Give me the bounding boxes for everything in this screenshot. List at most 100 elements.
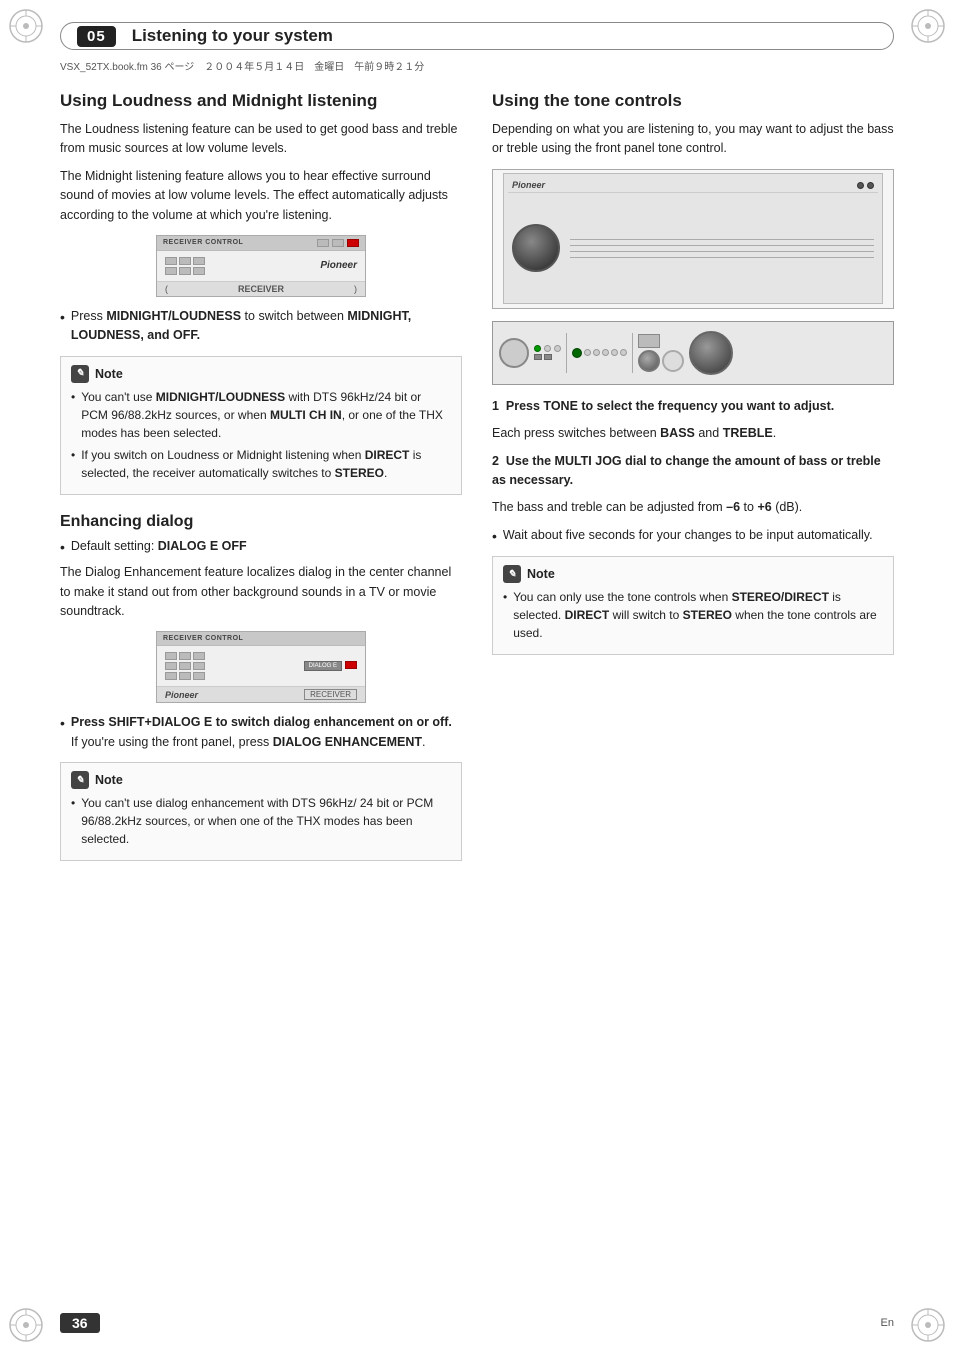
fp-square-1 xyxy=(638,334,660,348)
receiver-image-2: RECEIVER CONTROL xyxy=(156,631,366,703)
tone-panel-body xyxy=(508,197,878,299)
rb2 xyxy=(179,257,191,265)
tone-step1-num: 1 xyxy=(492,399,499,413)
fp-right-area xyxy=(638,334,684,372)
loudness-bullet-1-text: Press MIDNIGHT/LOUDNESS to switch betwee… xyxy=(71,307,462,346)
loudness-note-box: ✎ Note • You can't use MIDNIGHT/LOUDNESS… xyxy=(60,356,462,495)
tone-knob xyxy=(512,224,560,272)
tone-panel-image: Pioneer xyxy=(492,169,894,309)
tone-step1-body: Each press switches between BASS and TRE… xyxy=(492,424,894,443)
corner-decoration-br xyxy=(910,1307,946,1343)
corner-decoration-tl xyxy=(8,8,44,44)
loudness-note-text-1: You can't use MIDNIGHT/LOUDNESS with DTS… xyxy=(81,388,451,442)
tone-step2-body: The bass and treble can be adjusted from… xyxy=(492,498,894,517)
dialog-note-box: ✎ Note • You can't use dialog enhancemen… xyxy=(60,762,462,861)
receiver-left-area-2 xyxy=(165,652,205,680)
tone-note-header: ✎ Note xyxy=(503,565,883,583)
note-icon-1: ✎ xyxy=(71,365,89,383)
tone-pioneer-logo: Pioneer xyxy=(512,180,545,190)
tone-step2-sub: • Wait about five seconds for your chang… xyxy=(492,526,894,547)
tone-step1-header: 1 Press TONE to select the frequency you… xyxy=(492,397,894,416)
fp-led-off-3 xyxy=(584,349,591,356)
tone-dot-1 xyxy=(857,182,864,189)
dialog-note-text-1: You can't use dialog enhancement with DT… xyxy=(81,794,451,848)
page-number: 36 xyxy=(72,1315,88,1331)
receiver-control-label-1: RECEIVER CONTROL xyxy=(163,239,243,246)
pioneer-logo-2: Pioneer xyxy=(165,690,198,700)
fp-right-row1 xyxy=(638,334,684,348)
tone-note-bullet: • xyxy=(503,589,507,606)
receiver-top-strip-1: RECEIVER CONTROL xyxy=(157,236,365,251)
dialog-para1: The Dialog Enhancement feature localizes… xyxy=(60,563,462,621)
page-number-box: 36 xyxy=(60,1313,100,1333)
section-dialog-title: Enhancing dialog xyxy=(60,513,462,531)
tone-note-item-1: • You can only use the tone controls whe… xyxy=(503,588,883,642)
right-column: Using the tone controls Depending on wha… xyxy=(492,90,894,871)
fp-separator-1 xyxy=(566,333,567,373)
rb3 xyxy=(193,257,205,265)
rb2-2 xyxy=(179,652,191,660)
dialog-bullet-dot: • xyxy=(60,538,65,558)
fp-led-green xyxy=(534,345,541,352)
main-content: Using Loudness and Midnight listening Th… xyxy=(60,90,894,1291)
loudness-para1: The Loudness listening feature can be us… xyxy=(60,120,462,159)
fp-controls-row2 xyxy=(534,354,561,360)
fp-separator-2 xyxy=(632,333,633,373)
note-label-1: Note xyxy=(95,367,123,381)
rb5 xyxy=(179,267,191,275)
tone-sub-bullet: • xyxy=(492,527,497,547)
fp-right-knob xyxy=(689,331,733,375)
rb4 xyxy=(165,267,177,275)
rb6 xyxy=(193,267,205,275)
rcvr-btn-2 xyxy=(332,239,344,247)
header-bar: 05 Listening to your system xyxy=(60,22,894,50)
fp-btn-2 xyxy=(544,354,552,360)
receiver-bottom-strip-1: ( RECEIVER ) xyxy=(157,281,365,296)
dialog-bullet-1: • Press SHIFT+DIALOG E to switch dialog … xyxy=(60,713,462,752)
tone-step2-header: 2 Use the MULTI JOG dial to change the a… xyxy=(492,452,894,491)
rb1 xyxy=(165,257,177,265)
rb2-6 xyxy=(193,662,205,670)
rb2-9 xyxy=(193,672,205,680)
receiver-top-strip-2: RECEIVER CONTROL xyxy=(157,632,365,646)
tone-line-1 xyxy=(570,239,874,240)
bullet-dot-1: • xyxy=(60,308,65,328)
receiver-btn-grid-2 xyxy=(165,652,205,680)
corner-decoration-bl xyxy=(8,1307,44,1343)
tone-step-2: 2 Use the MULTI JOG dial to change the a… xyxy=(492,452,894,547)
dialog-btns-row: DIALOG E xyxy=(304,661,357,671)
receiver-main-area-1: Pioneer xyxy=(157,251,365,281)
tone-line-2 xyxy=(570,245,874,246)
dialog-default-text: Default setting: DIALOG E OFF xyxy=(71,537,247,556)
note-icon-2: ✎ xyxy=(71,771,89,789)
fp-left-knob xyxy=(499,338,529,368)
receiver-label-1: ( xyxy=(165,284,168,294)
rb2-5 xyxy=(179,662,191,670)
fp-btn-1 xyxy=(534,354,542,360)
section-tone: Using the tone controls Depending on wha… xyxy=(492,90,894,655)
fp-dark-led xyxy=(572,348,582,358)
tone-step2-sub-text: Wait about five seconds for your changes… xyxy=(503,526,873,545)
fp-led-off-5 xyxy=(602,349,609,356)
fp-round-dark xyxy=(638,350,660,372)
fp-led-off-2 xyxy=(554,345,561,352)
content-columns: Using Loudness and Midnight listening Th… xyxy=(60,90,894,871)
page-footer: 36 En xyxy=(60,1313,894,1333)
receiver-main-area-2: DIALOG E xyxy=(157,646,365,686)
fp-center-area xyxy=(572,348,627,358)
receiver-label-text-1: RECEIVER xyxy=(238,284,284,294)
tone-step2-num: 2 xyxy=(492,454,499,468)
fp-round-light xyxy=(662,350,684,372)
receiver-center-area-1: Pioneer xyxy=(320,260,357,271)
dialog-default-setting: • Default setting: DIALOG E OFF xyxy=(60,537,462,558)
rcvr-midnight-btn xyxy=(347,239,359,247)
tone-note-text-1: You can only use the tone controls when … xyxy=(513,588,883,642)
dialog-e-btn: DIALOG E xyxy=(304,661,342,671)
rb2-7 xyxy=(165,672,177,680)
note-icon-3: ✎ xyxy=(503,565,521,583)
fp-led-off-4 xyxy=(593,349,600,356)
dialog-bullet-dot-1: • xyxy=(60,714,65,734)
tone-panel-lines xyxy=(570,239,874,258)
tone-step-1: 1 Press TONE to select the frequency you… xyxy=(492,397,894,444)
tone-line-4 xyxy=(570,257,874,258)
